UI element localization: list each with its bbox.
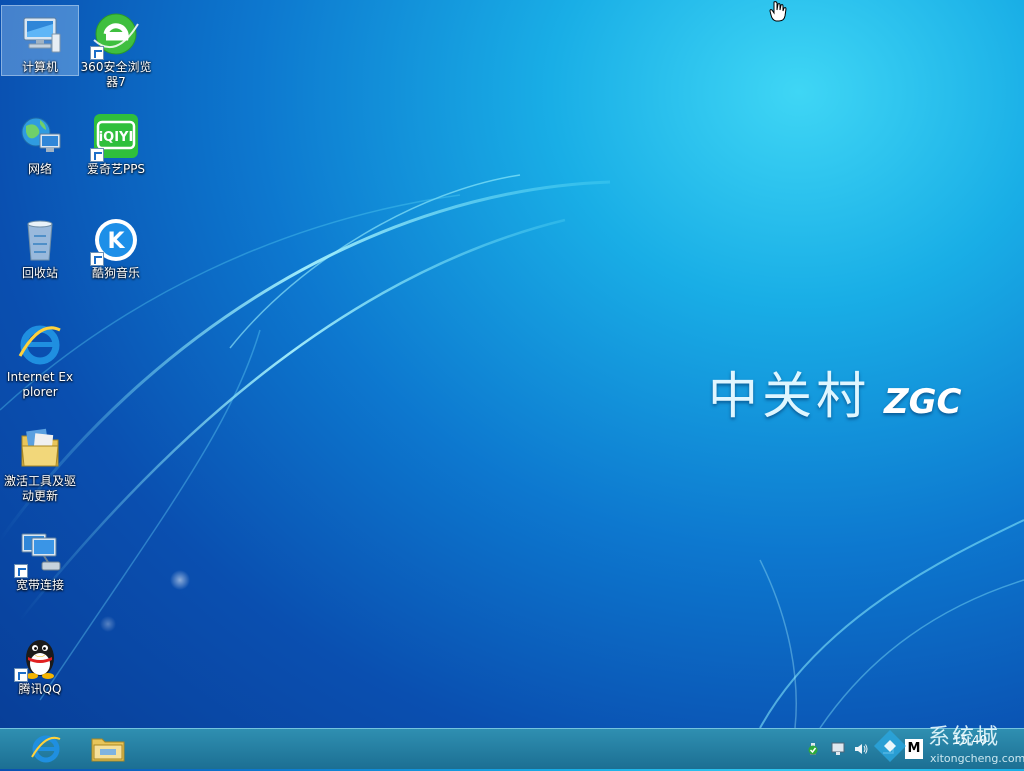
brand-chinese: 中关村 [708, 367, 870, 425]
recycle-bin-icon [16, 216, 64, 264]
desktop-icon-kugou[interactable]: K 酷狗音乐 [78, 212, 154, 281]
shortcut-arrow-icon [14, 564, 28, 578]
desktop-icon-label: 腾讯QQ [18, 682, 62, 696]
check-badge-icon [808, 745, 818, 755]
explorer-icon [91, 738, 125, 762]
light-flare [170, 570, 190, 590]
brand-english: ZGC [884, 382, 962, 422]
svg-text:iQIYI: iQIYI [99, 130, 134, 145]
network-icon [16, 112, 64, 160]
desktop-icon-iqiyi[interactable]: iQIYI 爱奇艺PPS [78, 108, 154, 177]
light-streak [819, 579, 1024, 728]
volume-icon[interactable] [853, 741, 869, 757]
shortcut-arrow-icon [90, 148, 104, 162]
desktop-icon-360-browser[interactable]: 360安全浏览器7 [78, 6, 154, 90]
kugou-icon: K [90, 216, 140, 266]
desktop-icon-recycle-bin[interactable]: 回收站 [2, 212, 78, 281]
ie-icon [16, 320, 64, 368]
light-streak [759, 519, 1024, 728]
360-browser-icon [90, 10, 140, 60]
shortcut-arrow-icon [14, 668, 28, 682]
desktop-icon-label: Internet Explorer [6, 370, 74, 399]
watermark-text: 系统城 [928, 725, 1001, 750]
svg-text:K: K [107, 229, 125, 254]
desktop-icon-ie[interactable]: Internet Explorer [2, 316, 78, 400]
desktop-icon-network[interactable]: 网络 [2, 108, 78, 177]
taskbar-pinned-explorer[interactable] [82, 731, 134, 767]
folder-icon [16, 424, 64, 472]
desktop-icon-label: 计算机 [21, 60, 58, 74]
desktop[interactable]: 中关村 ZGC 计算机 网络 回收站 Internet Explorer 激活工… [0, 0, 1024, 728]
desktop-icon-activation-folder[interactable]: 激活工具及驱动更新 [2, 420, 78, 504]
hand-cursor-icon [769, 1, 787, 22]
light-flare [100, 616, 116, 632]
computer-icon [16, 10, 64, 58]
desktop-icon-label: 回收站 [21, 266, 58, 280]
watermark-subtext: xitongcheng.com [930, 752, 1024, 765]
desktop-icon-qq[interactable]: 腾讯QQ [2, 628, 78, 697]
desktop-icon-label: 网络 [27, 162, 52, 176]
light-streak [759, 559, 797, 728]
shortcut-arrow-icon [90, 46, 104, 60]
desktop-icon-broadband[interactable]: 宽带连接 [2, 524, 78, 593]
broadband-icon [14, 528, 64, 578]
qq-icon [14, 632, 64, 682]
taskbar-pinned-ie[interactable] [20, 731, 72, 767]
network-status-icon[interactable] [830, 741, 846, 757]
ie-icon [31, 735, 61, 763]
wallpaper-brand: 中关村 ZGC [708, 356, 962, 428]
desktop-icon-label: 360安全浏览器7 [80, 60, 152, 89]
desktop-icon-label: 宽带连接 [15, 578, 64, 592]
iqiyi-icon: iQIYI [90, 112, 140, 162]
desktop-icon-label: 爱奇艺PPS [86, 162, 146, 176]
desktop-icon-label: 酷狗音乐 [91, 266, 140, 280]
desktop-icon-computer[interactable]: 计算机 [1, 5, 79, 76]
desktop-icon-label: 激活工具及驱动更新 [4, 474, 77, 503]
shortcut-arrow-icon [90, 252, 104, 266]
